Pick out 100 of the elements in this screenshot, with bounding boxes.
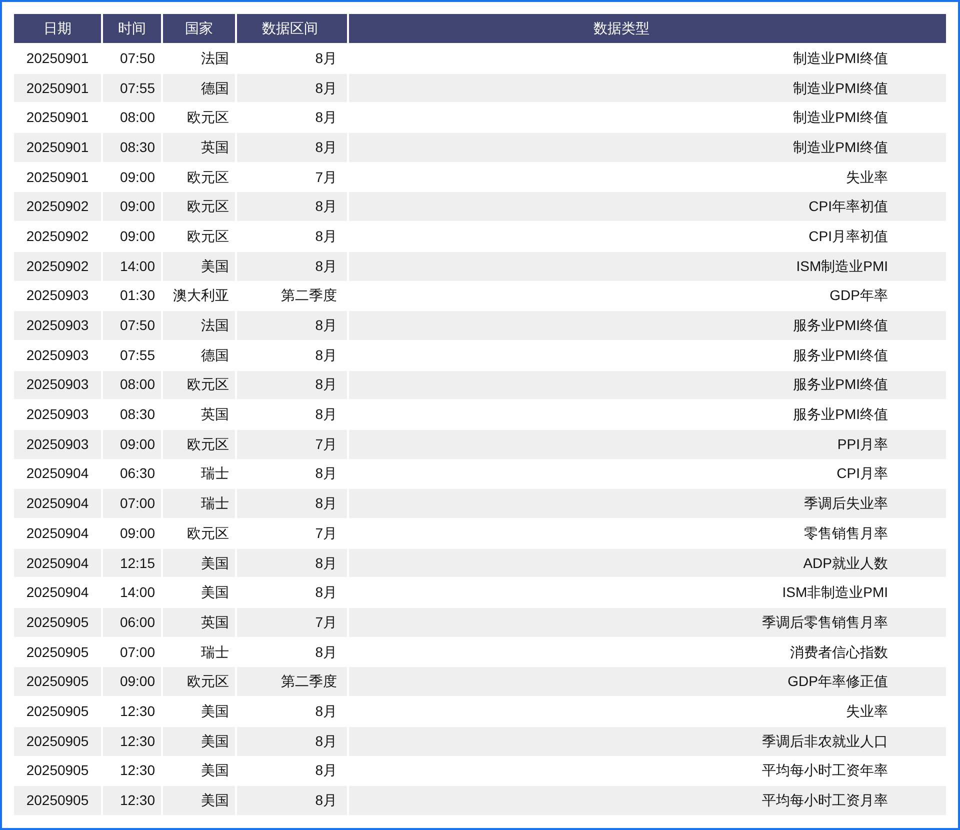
table-cell: 7月 [237, 608, 347, 637]
table-cell: 20250905 [14, 608, 101, 637]
table-cell-text: CPI月率 [836, 464, 889, 484]
table-cell-text: 07:50 [118, 48, 156, 68]
table-cell: 欧元区 [163, 370, 235, 400]
column-header: 日期 [14, 14, 101, 43]
table-cell-text: 09:00 [118, 226, 156, 246]
table-cell: 制造业PMI终值 [349, 133, 946, 162]
table-cell: 法国 [163, 311, 235, 340]
table-cell-text: 08:00 [118, 108, 156, 128]
table-cell-text: 20250905 [25, 642, 90, 662]
table-cell-text: 德国 [200, 346, 230, 365]
table-cell: 06:00 [103, 608, 161, 637]
table-cell: 20250902 [14, 252, 101, 280]
table-cell: 20250901 [14, 133, 101, 162]
table-cell-text: 8月 [314, 583, 338, 602]
table-cell: 07:50 [103, 311, 161, 340]
table-cell-text: 失业率 [845, 168, 889, 187]
table-cell: 季调后非农就业人口 [349, 726, 946, 756]
table-cell-text: 美国 [200, 761, 230, 780]
table-cell: 美国 [163, 786, 235, 815]
table-cell-text: 20250905 [25, 761, 90, 780]
table-cell-text: 消费者信心指数 [789, 642, 889, 662]
table-cell-text: 欧元区 [186, 108, 230, 128]
column-header: 国家 [163, 14, 235, 43]
table-cell: 20250905 [14, 726, 101, 756]
table-cell: 服务业PMI终值 [349, 370, 946, 400]
table-cell: 美国 [163, 548, 235, 578]
table-cell: 8月 [237, 252, 347, 280]
table-cell-text: 美国 [200, 583, 230, 602]
table-cell-text: 8月 [314, 405, 338, 424]
table-cell-text: 服务业PMI终值 [792, 405, 889, 424]
table-cell-text: 8月 [314, 346, 338, 365]
table-cell: PPI月率 [349, 430, 946, 459]
table-cell-text: 06:30 [118, 464, 156, 484]
table-cell: 8月 [237, 548, 347, 578]
table-cell-text: 7月 [314, 168, 338, 187]
table-cell: 季调后失业率 [349, 489, 946, 518]
table-cell: ADP就业人数 [349, 548, 946, 578]
table-cell-text: 法国 [200, 48, 230, 68]
table-cell: 14:00 [103, 252, 161, 280]
table-cell: 英国 [163, 608, 235, 637]
table-cell-text: 07:55 [118, 346, 156, 365]
table-cell-text: 零售销售月率 [803, 524, 889, 543]
table-cell-text: 20250903 [25, 346, 90, 365]
table-cell: 09:00 [103, 667, 161, 696]
table-cell-text: 20250905 [25, 702, 90, 721]
table-cell-text: 20250904 [25, 464, 90, 484]
table-cell-text: 瑞士 [200, 642, 230, 662]
table-cell: 美国 [163, 726, 235, 756]
table-cell: 20250903 [14, 311, 101, 340]
table-cell-text: 8月 [314, 48, 338, 68]
table-cell: 07:55 [103, 74, 161, 102]
table-cell-text: 20250903 [25, 286, 90, 306]
table-cell: 12:30 [103, 726, 161, 756]
table-cell-text: 8月 [314, 464, 338, 484]
table-cell: 德国 [163, 74, 235, 102]
table-cell: 20250903 [14, 370, 101, 400]
table-cell: 8月 [237, 311, 347, 340]
table-cell: 20250905 [14, 667, 101, 696]
table-cell-text: 欧元区 [186, 524, 230, 543]
table-cell-text: 英国 [200, 405, 230, 424]
table-cell-text: 瑞士 [200, 464, 230, 484]
table-cell: 8月 [237, 192, 347, 222]
table-cell: 8月 [237, 786, 347, 815]
table-cell-text: 12:30 [118, 761, 156, 780]
table-cell-text: 20250904 [25, 524, 90, 543]
table-cell: 瑞士 [163, 489, 235, 518]
table-cell-text: 20250901 [25, 168, 90, 187]
table-cell-text: 20250901 [25, 108, 90, 128]
table-cell: 20250901 [14, 74, 101, 102]
table-cell: 12:30 [103, 786, 161, 815]
table-cell-text: 8月 [314, 108, 338, 128]
table-cell-text: 07:00 [118, 642, 156, 662]
table-cell: 7月 [237, 430, 347, 459]
table-cell-text: CPI月率初值 [808, 226, 889, 246]
table-cell-text: 20250904 [25, 583, 90, 602]
table-cell: GDP年率修正值 [349, 667, 946, 696]
table-cell: 09:00 [103, 192, 161, 222]
table-cell: 欧元区 [163, 192, 235, 222]
table-cell: 制造业PMI终值 [349, 74, 946, 102]
table-cell-text: 12:30 [118, 702, 156, 721]
table-cell: 第二季度 [237, 667, 347, 696]
table-cell-text: 20250903 [25, 405, 90, 424]
table-cell-text: 平均每小时工资年率 [761, 761, 889, 780]
table-cell: 8月 [237, 133, 347, 162]
table-cell-text: 失业率 [845, 702, 889, 721]
table-cell: 08:30 [103, 133, 161, 162]
table-cell: 欧元区 [163, 667, 235, 696]
table-cell-text: 01:30 [118, 286, 156, 306]
table-cell: 12:15 [103, 548, 161, 578]
table-cell-text: 欧元区 [186, 226, 230, 246]
table-cell-text: 澳大利亚 [172, 286, 230, 306]
table-cell: 服务业PMI终值 [349, 311, 946, 340]
column-header: 数据类型 [349, 14, 946, 43]
table-cell: 英国 [163, 133, 235, 162]
table-cell-text: 美国 [200, 702, 230, 721]
table-cell-text: 20250901 [25, 48, 90, 68]
column-header: 数据区间 [237, 14, 347, 43]
column-header: 时间 [103, 14, 161, 43]
